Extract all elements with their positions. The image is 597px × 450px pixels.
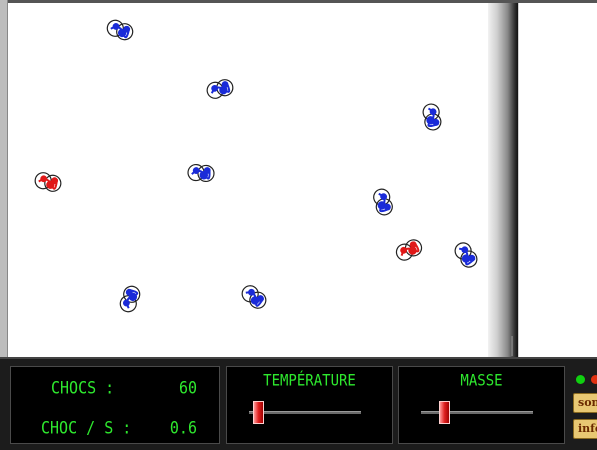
collision-counter: CHOCS : 60 CHOC / S : 0.6 — [10, 366, 220, 444]
simulation-area — [0, 0, 597, 357]
temperature-control: TEMPÉRATURE — [226, 366, 393, 444]
molecule — [241, 285, 267, 309]
collision-rate-label: CHOC / S : — [41, 417, 132, 439]
molecule — [395, 239, 423, 261]
molecule — [187, 163, 215, 183]
mass-slider-thumb[interactable] — [439, 401, 451, 424]
collisions-label: CHOCS : — [51, 377, 115, 399]
molecule — [34, 172, 62, 192]
collisions-value: 60 — [178, 377, 197, 399]
molecule — [106, 19, 134, 41]
molecule — [454, 242, 478, 268]
status-led-green — [576, 375, 585, 384]
control-panel: CHOCS : 60 CHOC / S : 0.6 TEMPÉRATURE MA… — [0, 357, 597, 450]
status-led-red — [591, 375, 597, 384]
molecule — [119, 285, 141, 313]
temperature-label: TEMPÉRATURE — [263, 371, 356, 391]
molecule — [206, 79, 234, 99]
molecule — [373, 188, 393, 216]
side-controls: son info — [569, 366, 597, 446]
molecule — [422, 103, 442, 131]
sound-button[interactable]: son — [573, 393, 597, 413]
temperature-slider-track[interactable] — [249, 411, 361, 414]
info-button[interactable]: info — [573, 419, 597, 439]
mass-slider-track[interactable] — [421, 411, 533, 414]
temperature-slider-thumb[interactable] — [253, 401, 265, 424]
mass-label: MASSE — [460, 371, 503, 391]
collision-rate-value: 0.6 — [169, 417, 197, 439]
mass-control: MASSE — [398, 366, 565, 444]
molecules-layer — [34, 19, 478, 313]
